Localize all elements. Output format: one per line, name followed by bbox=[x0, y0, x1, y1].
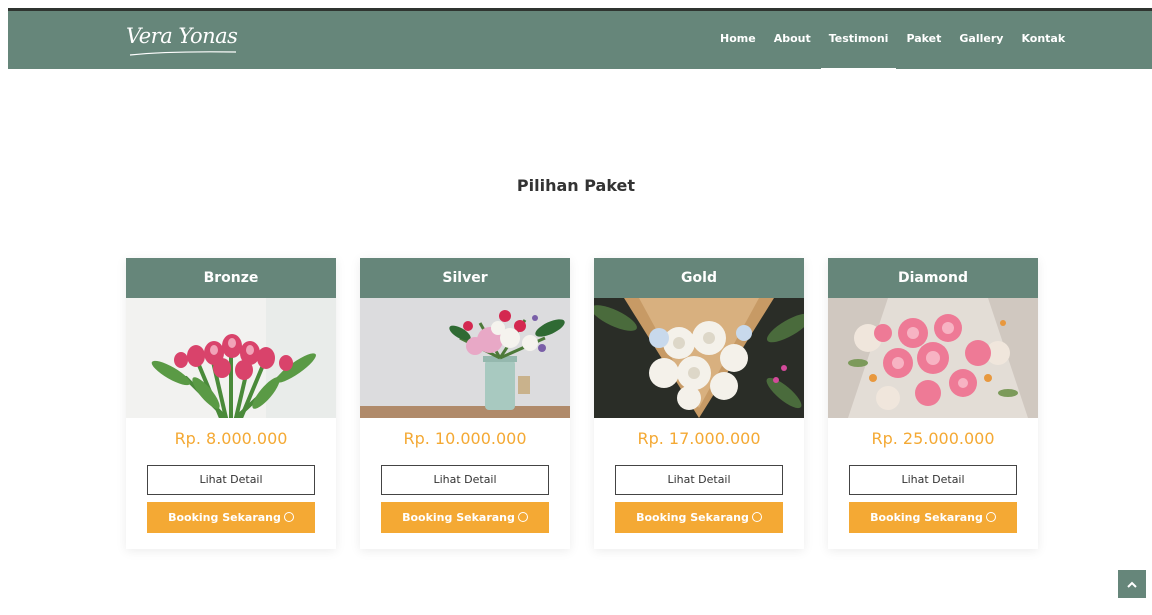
booking-label: Booking Sekarang bbox=[870, 511, 983, 524]
booking-button[interactable]: Booking Sekarang bbox=[381, 502, 549, 533]
booking-button[interactable]: Booking Sekarang bbox=[849, 502, 1017, 533]
package-price: Rp. 25.000.000 bbox=[871, 429, 995, 448]
booking-label: Booking Sekarang bbox=[636, 511, 749, 524]
booking-label: Booking Sekarang bbox=[402, 511, 515, 524]
whatsapp-icon bbox=[985, 512, 996, 522]
package-card-bronze: Bronze Rp. 8.000.000 Lihat Detail Bookin… bbox=[126, 258, 336, 549]
brand-logo-text: Vera Yonas bbox=[126, 24, 238, 48]
brand-logo[interactable]: Vera Yonas bbox=[126, 19, 238, 59]
package-card-silver: Silver Rp. 10.000.000 Lihat Detail Booki… bbox=[360, 258, 570, 549]
nav-testimoni[interactable]: Testimoni bbox=[820, 11, 897, 70]
navbar: Vera Yonas Home About Testimoni Paket Ga… bbox=[8, 11, 1152, 70]
package-price: Rp. 10.000.000 bbox=[403, 429, 527, 448]
nav-home[interactable]: Home bbox=[720, 11, 756, 69]
chevron-up-icon bbox=[1127, 581, 1137, 588]
package-name: Diamond bbox=[828, 258, 1038, 298]
whatsapp-icon bbox=[751, 512, 762, 522]
main-nav: Home About Testimoni Paket Gallery Konta… bbox=[720, 11, 1083, 70]
package-image-gold bbox=[594, 298, 804, 418]
package-price: Rp. 17.000.000 bbox=[637, 429, 761, 448]
booking-button[interactable]: Booking Sekarang bbox=[615, 502, 783, 533]
nav-paket[interactable]: Paket bbox=[906, 11, 941, 69]
nav-about[interactable]: About bbox=[774, 11, 811, 69]
package-price: Rp. 8.000.000 bbox=[174, 429, 288, 448]
package-image-diamond bbox=[828, 298, 1038, 418]
whatsapp-icon bbox=[517, 512, 528, 522]
package-name: Silver bbox=[360, 258, 570, 298]
package-name: Gold bbox=[594, 258, 804, 298]
package-image-silver bbox=[360, 298, 570, 418]
nav-gallery[interactable]: Gallery bbox=[959, 11, 1003, 69]
package-list: Bronze Rp. 8.000.000 Lihat Detail Bookin… bbox=[126, 258, 1038, 549]
section-title: Pilihan Paket bbox=[516, 176, 636, 195]
package-image-bronze bbox=[126, 298, 336, 418]
whatsapp-icon bbox=[283, 512, 294, 522]
booking-label: Booking Sekarang bbox=[168, 511, 281, 524]
detail-button[interactable]: Lihat Detail bbox=[849, 465, 1017, 495]
detail-button[interactable]: Lihat Detail bbox=[615, 465, 783, 495]
detail-button[interactable]: Lihat Detail bbox=[147, 465, 315, 495]
back-to-top-button[interactable] bbox=[1118, 570, 1146, 598]
nav-kontak[interactable]: Kontak bbox=[1021, 11, 1065, 69]
package-card-diamond: Diamond Rp. 25.000.000 Lihat Detail Book… bbox=[828, 258, 1038, 549]
logo-underline-icon bbox=[129, 51, 237, 56]
booking-button[interactable]: Booking Sekarang bbox=[147, 502, 315, 533]
package-card-gold: Gold Rp. 17.000.000 Lihat Detail Booking… bbox=[594, 258, 804, 549]
detail-button[interactable]: Lihat Detail bbox=[381, 465, 549, 495]
package-name: Bronze bbox=[126, 258, 336, 298]
